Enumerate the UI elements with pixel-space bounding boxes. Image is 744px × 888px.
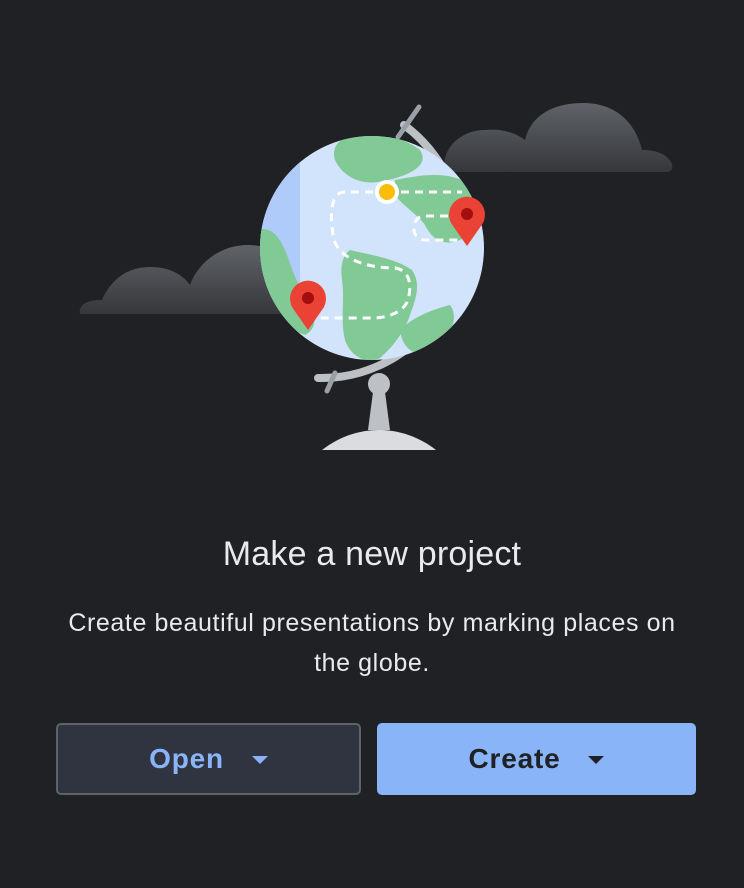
caret-down-icon [251, 756, 268, 764]
globe-stand [322, 373, 436, 450]
waypoint-marker [375, 180, 399, 204]
globe [260, 136, 484, 360]
create-button[interactable]: Create [377, 723, 696, 795]
create-button-label: Create [468, 743, 561, 774]
open-button[interactable]: Open [56, 723, 361, 795]
globe-illustration [79, 103, 673, 450]
empty-state-description: Create beautiful presentations by markin… [68, 609, 676, 677]
cloud-right [444, 103, 673, 172]
empty-state-title: Make a new project [222, 535, 522, 573]
caret-down-icon [588, 756, 605, 764]
open-button-label: Open [149, 743, 224, 774]
